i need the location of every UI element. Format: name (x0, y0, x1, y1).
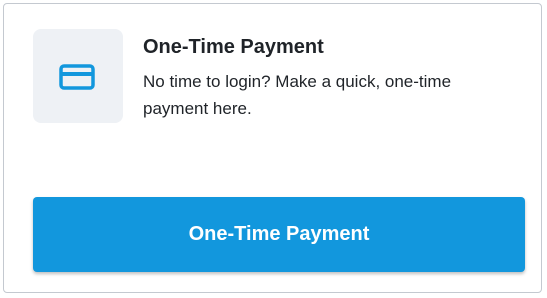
credit-card-icon (59, 64, 95, 90)
one-time-payment-card: One-Time Payment No time to login? Make … (3, 3, 542, 293)
payment-icon-tile (33, 29, 123, 123)
one-time-payment-button[interactable]: One-Time Payment (33, 197, 525, 272)
card-title: One-Time Payment (143, 36, 324, 58)
card-description: No time to login? Make a quick, one-time… (143, 72, 452, 118)
